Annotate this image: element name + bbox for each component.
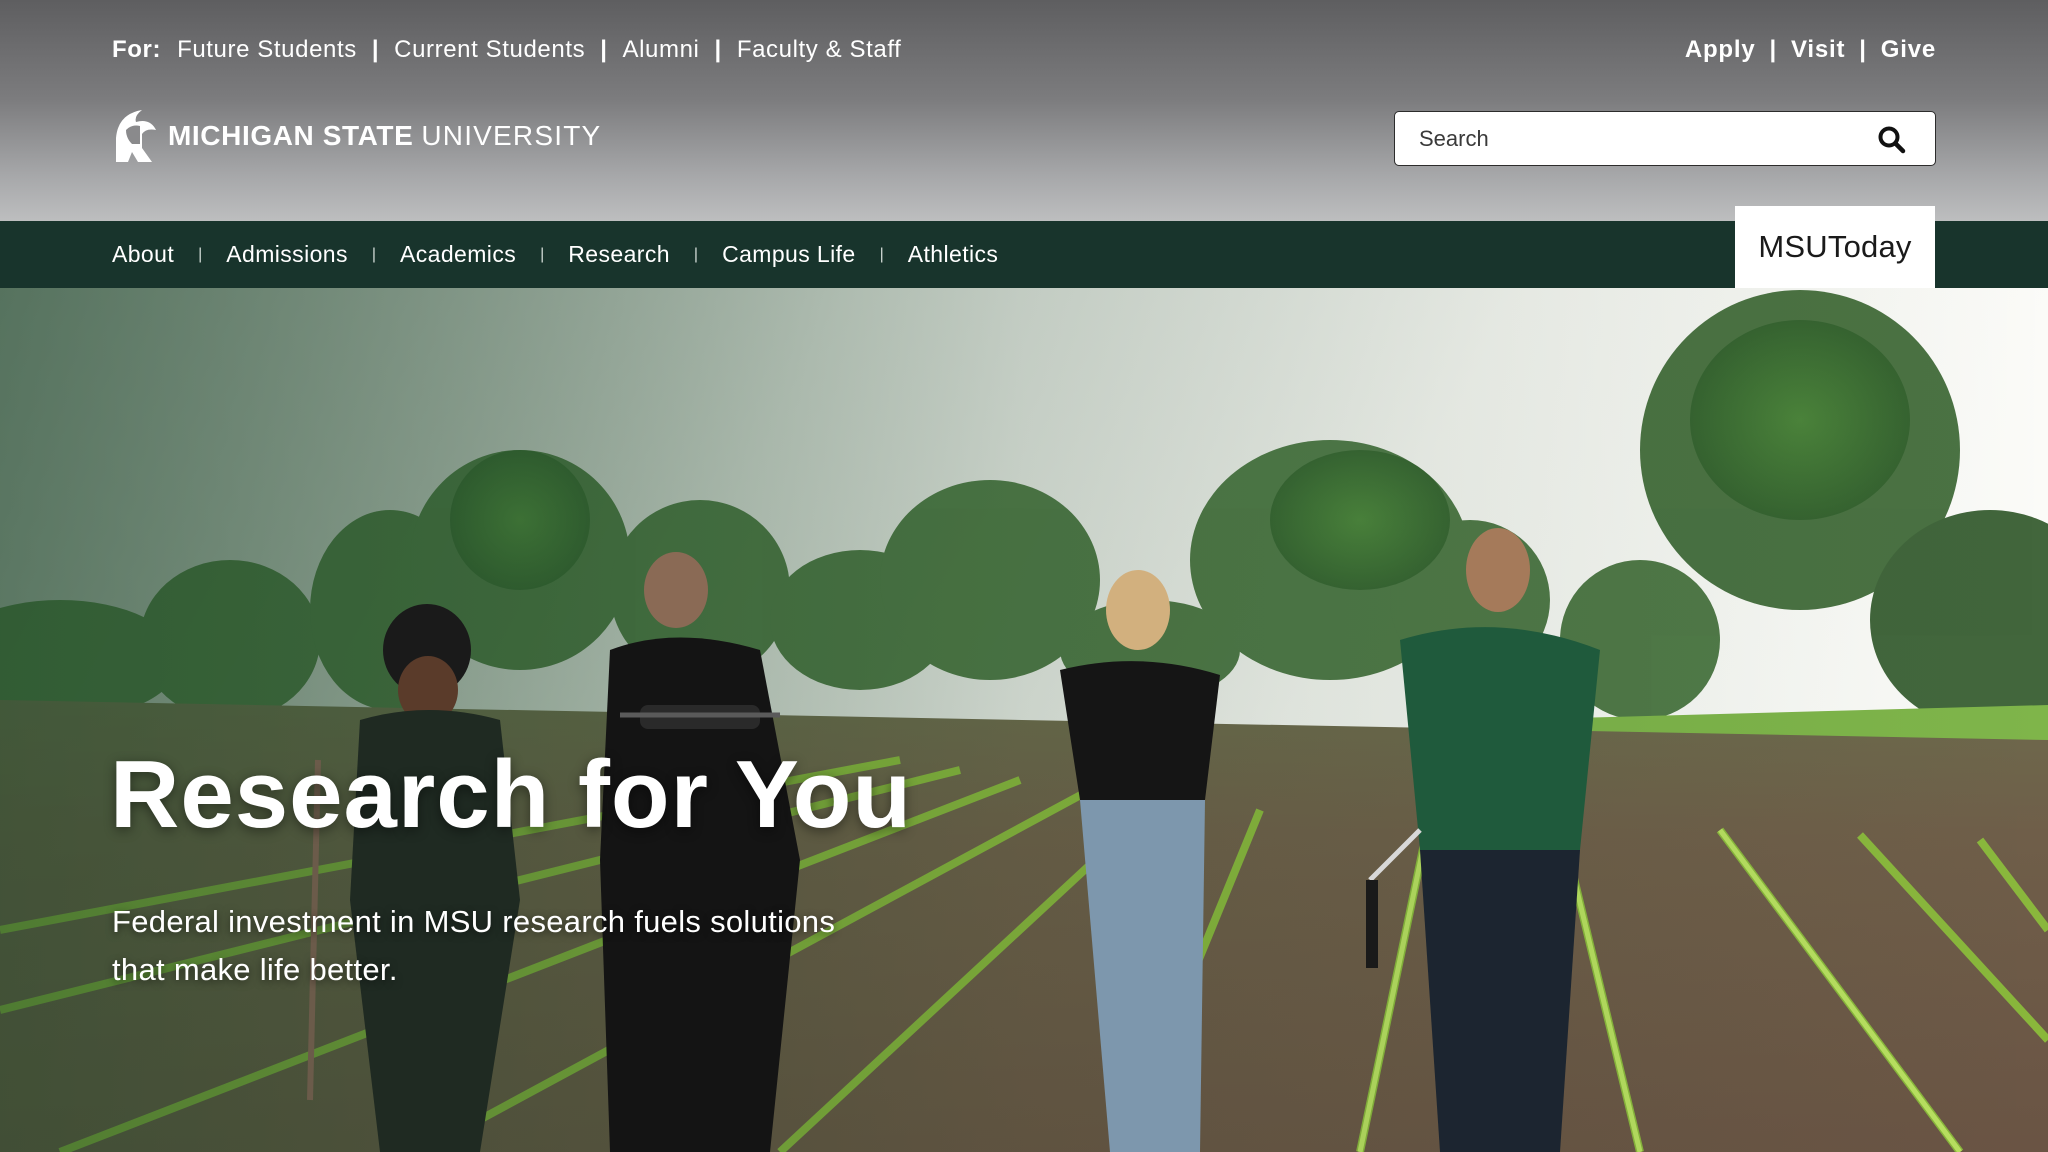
- nav-item-research[interactable]: Research: [568, 241, 670, 268]
- hero-subtitle-line-1: Federal investment in MSU research fuels…: [112, 904, 836, 939]
- audience-link-faculty-staff[interactable]: Faculty & Staff: [737, 36, 902, 64]
- audience-link-future-students[interactable]: Future Students: [177, 36, 357, 64]
- visit-link[interactable]: Visit: [1791, 36, 1845, 64]
- divider: |: [879, 245, 884, 263]
- search-input[interactable]: [1395, 112, 1855, 165]
- divider: |: [1859, 36, 1867, 63]
- divider: |: [540, 245, 545, 263]
- divider: |: [198, 245, 203, 263]
- divider: |: [600, 36, 608, 63]
- audience-link-current-students[interactable]: Current Students: [394, 36, 585, 64]
- nav-item-about[interactable]: About: [112, 241, 174, 268]
- apply-link[interactable]: Apply: [1685, 36, 1756, 64]
- nav-item-campus-life[interactable]: Campus Life: [722, 241, 856, 268]
- divider: |: [714, 36, 722, 63]
- divider: |: [693, 245, 699, 263]
- msu-logo[interactable]: MICHIGAN STATE UNIVERSITY: [112, 108, 601, 164]
- site-header: For: Future Students | Current Students …: [0, 0, 2048, 221]
- nav-item-athletics[interactable]: Athletics: [908, 241, 999, 268]
- search-icon: [1878, 126, 1906, 154]
- divider: |: [1769, 36, 1777, 63]
- hero-title: Research for You: [110, 741, 913, 848]
- nav-item-academics[interactable]: Academics: [400, 241, 516, 268]
- audience-label: For:: [112, 36, 162, 63]
- spartan-helmet-icon: [116, 110, 156, 162]
- divider: |: [371, 245, 377, 263]
- utility-nav: Apply | Visit | Give: [1685, 34, 1936, 66]
- msutoday-link[interactable]: MSUToday: [1735, 206, 1935, 288]
- divider: |: [371, 36, 380, 63]
- search-bar: [1394, 111, 1936, 166]
- hero-subtitle-line-2: that make life better.: [112, 952, 398, 987]
- hero-subtitle: Federal investment in MSU research fuels…: [112, 898, 912, 994]
- give-link[interactable]: Give: [1881, 36, 1936, 64]
- brand-name-bold: MICHIGAN STATE: [168, 120, 414, 151]
- audience-link-alumni[interactable]: Alumni: [623, 36, 700, 64]
- search-button[interactable]: [1877, 125, 1907, 155]
- brand-name-light: UNIVERSITY: [421, 120, 602, 151]
- nav-item-admissions[interactable]: Admissions: [226, 241, 348, 268]
- audience-nav: For: Future Students | Current Students …: [112, 34, 901, 66]
